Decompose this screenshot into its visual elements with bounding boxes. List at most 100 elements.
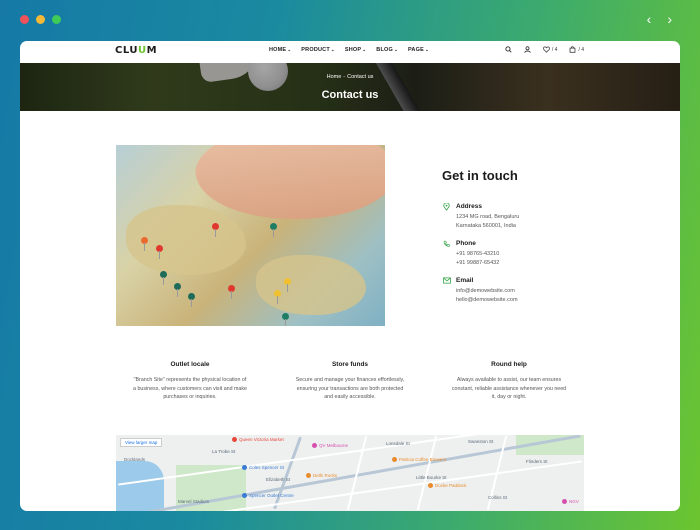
feature-description-line: Always available to assist, our team ens… bbox=[456, 377, 562, 383]
breadcrumb-separator: - bbox=[343, 74, 346, 80]
logo-text-suffix: M bbox=[146, 45, 158, 56]
chevron-down-icon: ⌄ bbox=[362, 47, 367, 52]
map-poi[interactable]: Delhi Rocks bbox=[306, 473, 337, 479]
bag-icon bbox=[570, 46, 576, 53]
embedded-map[interactable]: Lonsdale St Collins St La Trobe St Littl… bbox=[116, 435, 584, 511]
pin-orange bbox=[141, 237, 148, 251]
breadcrumb-home[interactable]: Home bbox=[327, 74, 342, 80]
window-controls bbox=[20, 15, 61, 24]
map-street-label: La Trobe St bbox=[212, 449, 236, 454]
pin-teal bbox=[188, 293, 195, 307]
phone-block: Phone +91 98765-43210 +91 99887-65432 bbox=[443, 240, 499, 268]
map-road bbox=[416, 435, 438, 511]
maximize-dot[interactable] bbox=[52, 15, 61, 24]
feature-description-line: Secure and manage your finances effortle… bbox=[295, 377, 405, 383]
address-line-1: 1234 MG road, Bengaluru bbox=[456, 214, 520, 220]
chevron-down-icon: ⌄ bbox=[287, 47, 292, 52]
email-address-1[interactable]: info@demowebsite.com bbox=[456, 287, 518, 296]
mail-icon bbox=[443, 277, 451, 305]
nav-page[interactable]: PAGE⌄ bbox=[408, 47, 429, 53]
nav-page-label: PAGE bbox=[407, 47, 424, 53]
page-title: Contact us bbox=[321, 89, 379, 101]
pin-teal bbox=[270, 223, 277, 237]
map-street-label: Docklands bbox=[124, 457, 146, 462]
feature-description-line: constant, reliable assistance whenever y… bbox=[451, 385, 567, 392]
map-poi[interactable]: QV Melbourne bbox=[312, 443, 348, 449]
map-street-label: Little Bourke St bbox=[416, 475, 447, 480]
chevron-down-icon: ⌄ bbox=[424, 47, 429, 52]
map-poi[interactable]: Coles Spencer St bbox=[242, 465, 284, 471]
header-actions: / 4 / 4 bbox=[505, 46, 584, 53]
email-label: Email bbox=[456, 277, 474, 284]
page-banner: Home - Contact us Contact us bbox=[20, 63, 680, 111]
feature-description-line: a business, where customers can visit an… bbox=[133, 385, 247, 392]
pin-teal bbox=[160, 271, 167, 285]
map-poi[interactable]: NGV bbox=[562, 499, 579, 505]
feature-description-line: "Branch Site" represents the physical lo… bbox=[133, 377, 247, 383]
phone-icon bbox=[443, 240, 450, 268]
cart-count: / 4 bbox=[578, 46, 584, 53]
feature-store-funds: Store funds Secure and manage your finan… bbox=[280, 361, 420, 402]
map-street-label: Flinders St bbox=[526, 459, 548, 464]
email-block: Email info@demowebsite.com hello@demoweb… bbox=[443, 277, 518, 305]
pin-yellow bbox=[274, 290, 281, 304]
main-nav: HOME⌄ PRODUCT⌄ SHOP⌄ BLOG⌄ PAGE⌄ bbox=[269, 47, 429, 53]
map-highway bbox=[273, 436, 302, 510]
nav-shop-label: SHOP bbox=[344, 47, 362, 53]
phone-number-2[interactable]: +91 99887-65432 bbox=[456, 259, 499, 268]
pin-red bbox=[156, 245, 163, 259]
chevron-down-icon: ⌄ bbox=[393, 47, 398, 52]
feature-title: Store funds bbox=[331, 361, 369, 368]
phone-label: Phone bbox=[456, 240, 476, 247]
nav-home[interactable]: HOME⌄ bbox=[269, 47, 291, 53]
feature-description-line: ensuring your transactions are both prot… bbox=[296, 385, 404, 392]
logo-text-accent: U bbox=[137, 45, 147, 56]
pin-teal bbox=[174, 283, 181, 297]
pin-teal bbox=[282, 313, 289, 326]
banner-overlay bbox=[20, 63, 680, 111]
feature-title: Round help bbox=[491, 361, 527, 368]
nav-blog[interactable]: BLOG⌄ bbox=[376, 47, 398, 53]
map-poi[interactable]: Docke Paddock bbox=[428, 483, 467, 489]
map-poi[interactable]: Spencer Outlet Centre bbox=[242, 493, 294, 499]
map-street-label: Elizabeth St bbox=[266, 477, 291, 482]
nav-product[interactable]: PRODUCT⌄ bbox=[301, 47, 335, 53]
chevron-right-icon[interactable]: › bbox=[667, 12, 672, 26]
feature-outlet-locale: Outlet locale "Branch Site" represents t… bbox=[120, 361, 260, 402]
pin-red bbox=[228, 285, 235, 299]
cart-button[interactable]: / 4 bbox=[569, 46, 584, 53]
phone-number-1[interactable]: +91 98765-43210 bbox=[456, 250, 499, 259]
email-address-2[interactable]: hello@demowebsite.com bbox=[456, 296, 518, 305]
chevron-left-icon[interactable]: ‹ bbox=[647, 12, 652, 26]
user-icon[interactable] bbox=[524, 46, 531, 53]
feature-description-line: it, day or night. bbox=[491, 394, 527, 400]
feature-description-line: and easily accessible. bbox=[324, 394, 376, 400]
map-poi[interactable]: Queen Victoria Market bbox=[232, 437, 284, 443]
address-block: Address 1234 MG road, Bengaluru Karnatak… bbox=[443, 202, 520, 231]
nav-product-label: PRODUCT bbox=[301, 47, 330, 53]
wishlist-count: / 4 bbox=[551, 46, 558, 53]
get-in-touch-heading: Get in touch bbox=[442, 168, 518, 183]
breadcrumb: Home - Contact us bbox=[20, 74, 680, 80]
chevron-down-icon: ⌄ bbox=[330, 47, 335, 52]
location-pin-icon bbox=[443, 202, 450, 231]
wishlist-button[interactable]: / 4 bbox=[542, 46, 558, 53]
address-line-2: Karnataka 560001, India bbox=[456, 223, 516, 229]
photo-land-shape bbox=[256, 255, 366, 315]
map-pins-photo bbox=[116, 145, 385, 326]
logo[interactable]: CLUUM bbox=[115, 45, 157, 56]
website-frame: CLUUM HOME⌄ PRODUCT⌄ SHOP⌄ BLOG⌄ PAGE⌄ /… bbox=[20, 41, 680, 511]
nav-shop[interactable]: SHOP⌄ bbox=[345, 47, 366, 53]
logo-text-prefix: CLU bbox=[115, 45, 138, 56]
address-label: Address bbox=[456, 203, 483, 210]
minimize-dot[interactable] bbox=[36, 15, 45, 24]
map-street-label: Lonsdale St bbox=[386, 441, 410, 446]
feature-title: Outlet locale bbox=[170, 361, 210, 368]
map-poi[interactable]: Patricia Coffee Brewers bbox=[392, 457, 446, 463]
heart-icon bbox=[542, 46, 550, 53]
nav-home-label: HOME bbox=[269, 47, 287, 53]
map-street-label: Marvel Stadium bbox=[178, 499, 210, 504]
close-dot[interactable] bbox=[20, 15, 29, 24]
view-larger-map-link[interactable]: View larger map bbox=[120, 438, 163, 447]
search-icon[interactable] bbox=[505, 46, 512, 53]
